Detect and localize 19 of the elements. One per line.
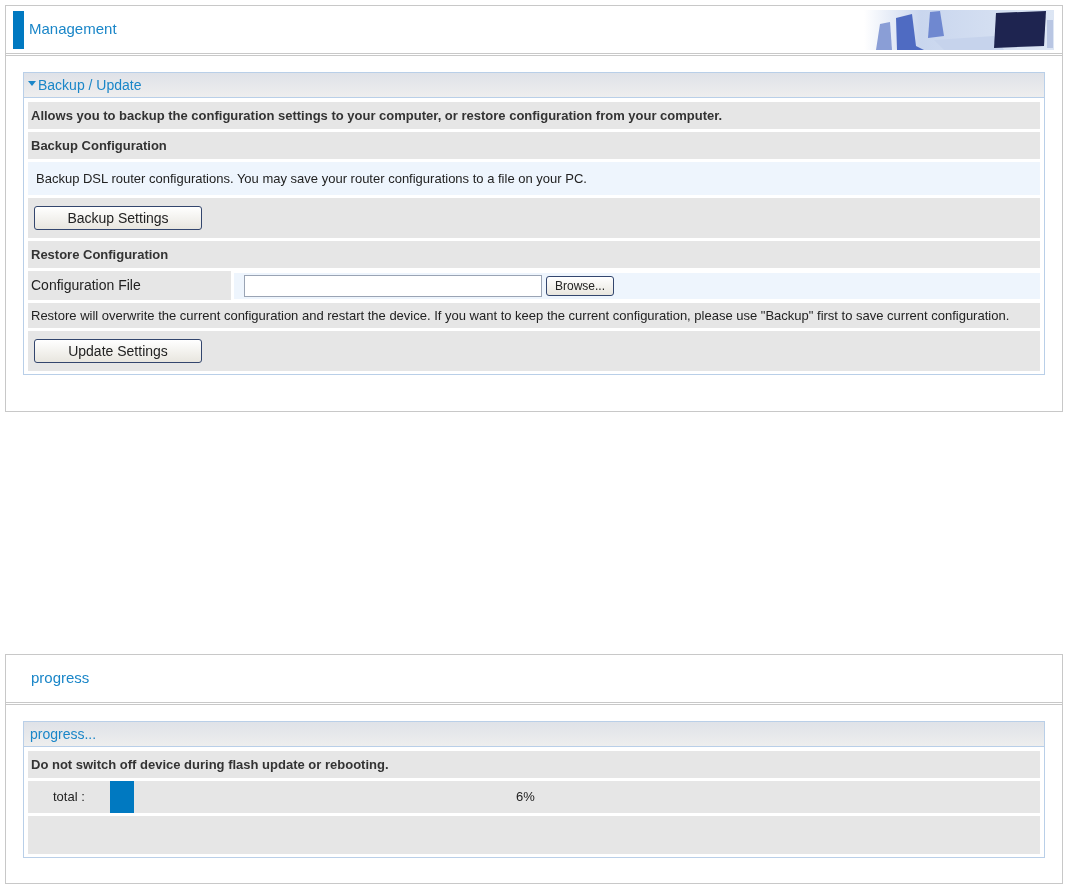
collapse-arrow-icon[interactable] [28, 80, 36, 86]
section-title: progress... [30, 724, 97, 744]
info-text: Backup DSL router configurations. You may save your router configurations to a file on your PC. [36, 171, 587, 186]
browse-button[interactable]: Browse... [546, 275, 614, 296]
page-title: progress [31, 668, 90, 689]
section-title: Backup / Update [38, 75, 142, 95]
progress-percent: 6% [516, 788, 535, 807]
progress-label: total : [52, 788, 86, 807]
file-path-field[interactable] [244, 274, 542, 297]
description-text: Allows you to backup the configuration settings to your computer, or restore configuration from your computer. [31, 108, 723, 123]
warning-text: Restore will overwrite the current configuration and restart the device. If you want to keep the current configuration, please use "Backup" first to save current configuration. [31, 308, 1010, 323]
settings-button[interactable]: Backup Settings [34, 206, 202, 230]
description-text: Do not switch off device during flash update or rebooting. [31, 757, 389, 772]
settings-button[interactable]: Update Settings [34, 339, 202, 363]
title-accent-bar [13, 10, 24, 49]
field-label: Configuration File [31, 277, 141, 293]
subsection-heading: Restore Configuration [31, 247, 169, 262]
page-title: Management [29, 19, 117, 40]
subsection-heading: Backup Configuration [31, 138, 167, 153]
